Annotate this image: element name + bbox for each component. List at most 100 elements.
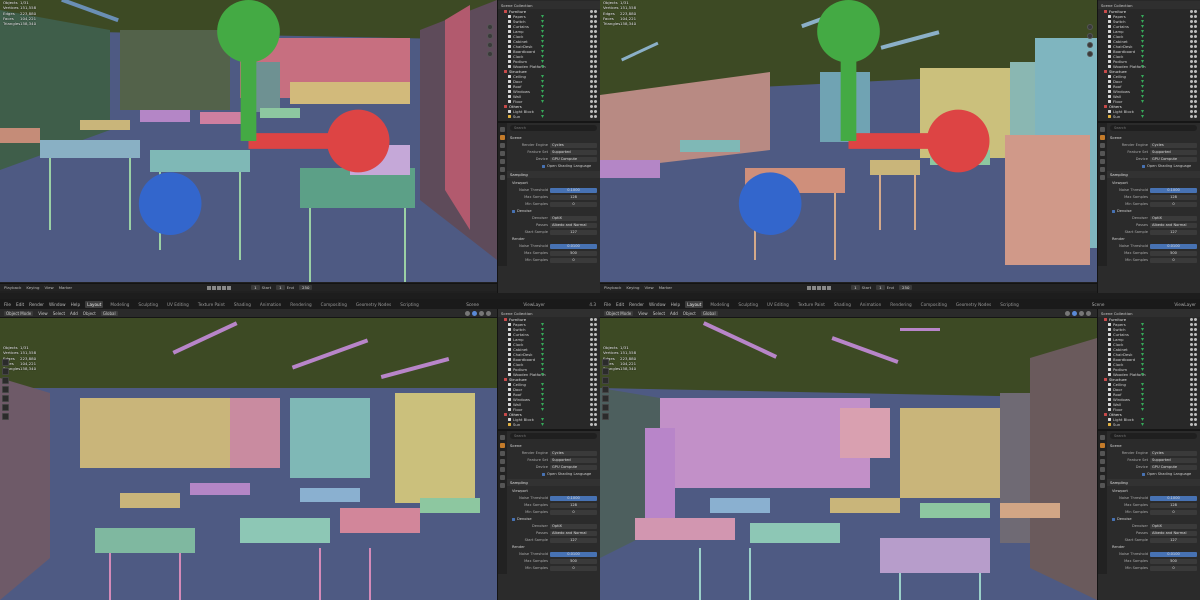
eye-icon[interactable] <box>1190 75 1193 78</box>
eye-icon[interactable] <box>1190 413 1193 416</box>
denoise-subpanel-header[interactable]: Denoise <box>510 208 597 214</box>
camera-icon[interactable] <box>594 115 597 118</box>
camera-icon[interactable] <box>1194 418 1197 421</box>
eye-icon[interactable] <box>1190 343 1193 346</box>
measure-tool-icon[interactable] <box>602 413 609 420</box>
noise-threshold-viewport-field[interactable]: 0.1000 <box>550 495 597 501</box>
noise-threshold-render-field[interactable]: 0.0100 <box>550 551 597 557</box>
camera-icon[interactable] <box>1194 333 1197 336</box>
timeline-marker-menu[interactable]: Marker <box>659 285 672 290</box>
camera-icon[interactable] <box>594 10 597 13</box>
outliner-header[interactable]: Scene Collection <box>498 309 600 317</box>
workspace-tab-scripting[interactable]: Scripting <box>398 301 421 308</box>
max-samples-viewport-field[interactable]: 128 <box>1150 194 1197 200</box>
tool-tab-icon[interactable] <box>500 435 505 440</box>
camera-icon[interactable] <box>594 30 597 33</box>
eye-icon[interactable] <box>1190 358 1193 361</box>
camera-icon[interactable] <box>594 25 597 28</box>
denoise-subpanel-header[interactable]: Denoise <box>1110 208 1197 214</box>
camera-icon[interactable] <box>594 15 597 18</box>
header-object-menu[interactable]: Object <box>83 311 96 316</box>
eye-icon[interactable] <box>590 403 593 406</box>
eye-icon[interactable] <box>590 348 593 351</box>
eye-icon[interactable] <box>1190 338 1193 341</box>
noise-threshold-render-field[interactable]: 0.0100 <box>1150 551 1197 557</box>
scene-selector[interactable]: Scene <box>466 302 479 307</box>
eye-icon[interactable] <box>590 373 593 376</box>
camera-icon[interactable] <box>1194 343 1197 346</box>
camera-icon[interactable] <box>1194 70 1197 73</box>
mode-dropdown[interactable]: Object Mode <box>604 310 634 316</box>
eye-icon[interactable] <box>1190 353 1193 356</box>
eye-icon[interactable] <box>1190 115 1193 118</box>
noise-threshold-render-field[interactable]: 0.0100 <box>550 243 597 249</box>
eye-icon[interactable] <box>1190 25 1193 28</box>
eye-icon[interactable] <box>590 423 593 426</box>
eye-icon[interactable] <box>590 100 593 103</box>
eye-icon[interactable] <box>1190 403 1193 406</box>
annotate-tool-icon[interactable] <box>602 404 609 411</box>
eye-icon[interactable] <box>590 363 593 366</box>
camera-icon[interactable] <box>1194 105 1197 108</box>
eye-icon[interactable] <box>1190 65 1193 68</box>
workspace-tab-rendering[interactable]: Rendering <box>288 301 313 308</box>
eye-icon[interactable] <box>1190 328 1193 331</box>
camera-icon[interactable] <box>594 110 597 113</box>
camera-icon[interactable] <box>594 55 597 58</box>
eye-icon[interactable] <box>590 368 593 371</box>
grid-icon[interactable] <box>487 51 493 57</box>
render-engine-dropdown[interactable]: Cycles <box>1150 142 1197 148</box>
max-samples-render-field[interactable]: 500 <box>1150 558 1197 564</box>
sampling-panel-header[interactable]: Sampling <box>1107 171 1200 178</box>
play-icon[interactable] <box>217 285 222 290</box>
camera-icon[interactable] <box>1194 10 1197 13</box>
world-tab-icon[interactable] <box>1100 167 1105 172</box>
rotate-tool-icon[interactable] <box>2 386 9 393</box>
workspace-tab-geometry-nodes[interactable]: Geometry Nodes <box>954 301 993 308</box>
camera-icon[interactable] <box>594 358 597 361</box>
feature-set-dropdown[interactable]: Supported <box>1150 457 1197 463</box>
render-subpanel-header[interactable]: Render <box>1110 544 1197 550</box>
timeline-view-menu[interactable]: View <box>44 285 53 290</box>
eye-icon[interactable] <box>1190 105 1193 108</box>
object-tab-icon[interactable] <box>500 483 505 488</box>
eye-icon[interactable] <box>1190 398 1193 401</box>
camera-icon[interactable] <box>594 378 597 381</box>
object-tab-icon[interactable] <box>1100 175 1105 180</box>
feature-set-dropdown[interactable]: Supported <box>1150 149 1197 155</box>
camera-icon[interactable] <box>1194 110 1197 113</box>
eye-icon[interactable] <box>1190 418 1193 421</box>
eye-icon[interactable] <box>590 20 593 23</box>
camera-icon[interactable] <box>594 70 597 73</box>
max-samples-viewport-field[interactable]: 128 <box>1150 502 1197 508</box>
eye-icon[interactable] <box>1190 10 1193 13</box>
eye-icon[interactable] <box>590 105 593 108</box>
rotate-tool-icon[interactable] <box>602 386 609 393</box>
eye-icon[interactable] <box>590 95 593 98</box>
header-view-menu[interactable]: View <box>638 311 648 316</box>
workspace-tab-sculpting[interactable]: Sculpting <box>136 301 160 308</box>
passes-dropdown[interactable]: Albedo and Normal <box>1150 222 1197 228</box>
camera-icon[interactable] <box>594 348 597 351</box>
scene-tab-icon[interactable] <box>1100 159 1105 164</box>
camera-icon[interactable] <box>1194 25 1197 28</box>
grid-icon[interactable] <box>1087 51 1093 57</box>
camera-icon[interactable] <box>1194 35 1197 38</box>
solid-icon[interactable] <box>1072 310 1077 316</box>
denoise-subpanel-header[interactable]: Denoise <box>510 516 597 522</box>
properties-search-input[interactable]: Search <box>1110 433 1197 439</box>
outliner-item[interactable]: Sun <box>1101 114 1200 119</box>
camera-icon[interactable] <box>1194 403 1197 406</box>
menu-file[interactable]: File <box>604 302 611 307</box>
eye-icon[interactable] <box>1190 40 1193 43</box>
eye-icon[interactable] <box>590 25 593 28</box>
eye-icon[interactable] <box>590 318 593 321</box>
start-sample-field[interactable]: 127 <box>1150 229 1197 235</box>
camera-icon[interactable] <box>1194 388 1197 391</box>
jump-start-icon[interactable] <box>207 285 212 290</box>
camera-icon[interactable] <box>594 338 597 341</box>
solid-icon[interactable] <box>472 310 477 316</box>
workspace-tab-compositing[interactable]: Compositing <box>919 301 949 308</box>
header-select-menu[interactable]: Select <box>53 311 65 316</box>
start-frame-field[interactable]: 1 <box>276 285 285 290</box>
